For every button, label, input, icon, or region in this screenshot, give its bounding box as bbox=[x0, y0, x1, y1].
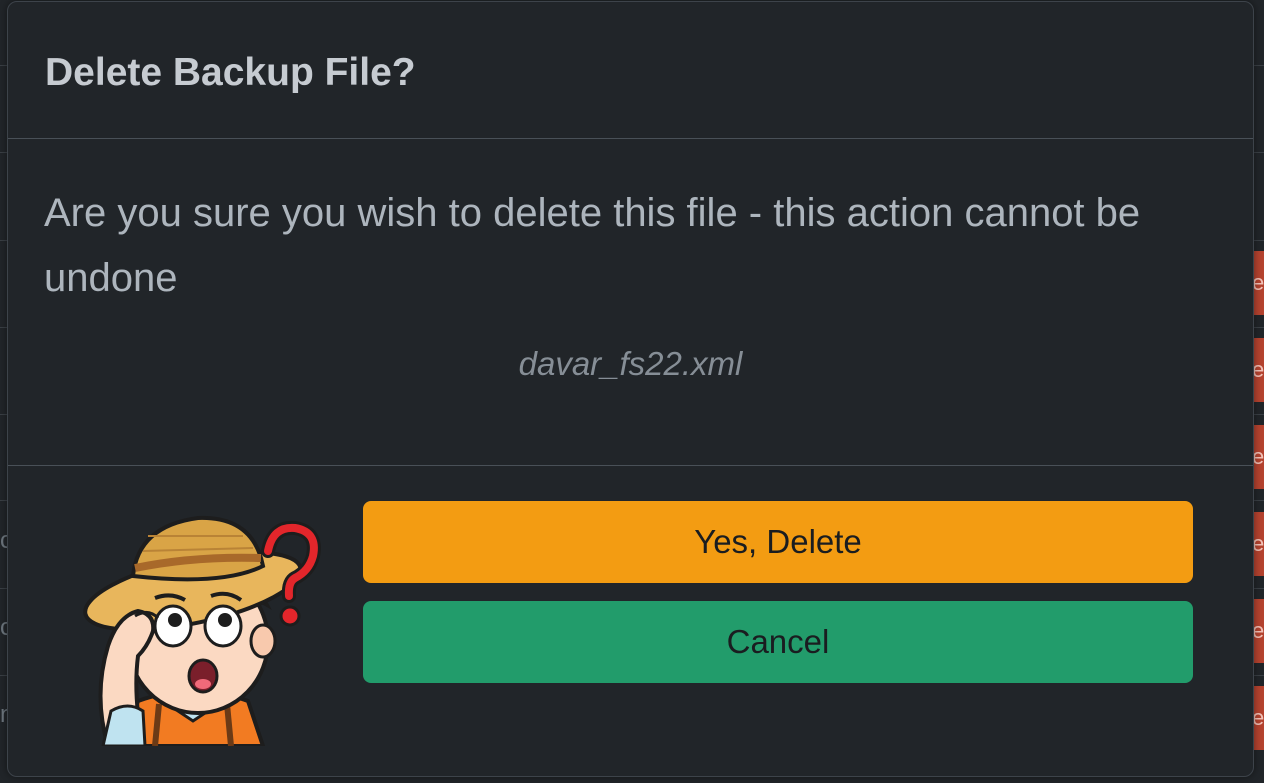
cancel-button[interactable]: Cancel bbox=[363, 601, 1193, 683]
dialog-header: Delete Backup File? bbox=[8, 2, 1253, 139]
confirmation-message: Are you sure you wish to delete this fil… bbox=[44, 191, 1141, 300]
confirm-delete-button[interactable]: Yes, Delete bbox=[363, 501, 1193, 583]
backup-file-name: davar_fs22.xml bbox=[518, 345, 743, 382]
confused-farmer-icon bbox=[83, 515, 321, 746]
delete-backup-dialog: Delete Backup File? Are you sure you wis… bbox=[7, 1, 1254, 777]
dialog-footer: Yes, Delete Cancel bbox=[8, 466, 1253, 776]
dialog-title: Delete Backup File? bbox=[45, 51, 416, 94]
dialog-body: Are you sure you wish to delete this fil… bbox=[8, 139, 1253, 466]
